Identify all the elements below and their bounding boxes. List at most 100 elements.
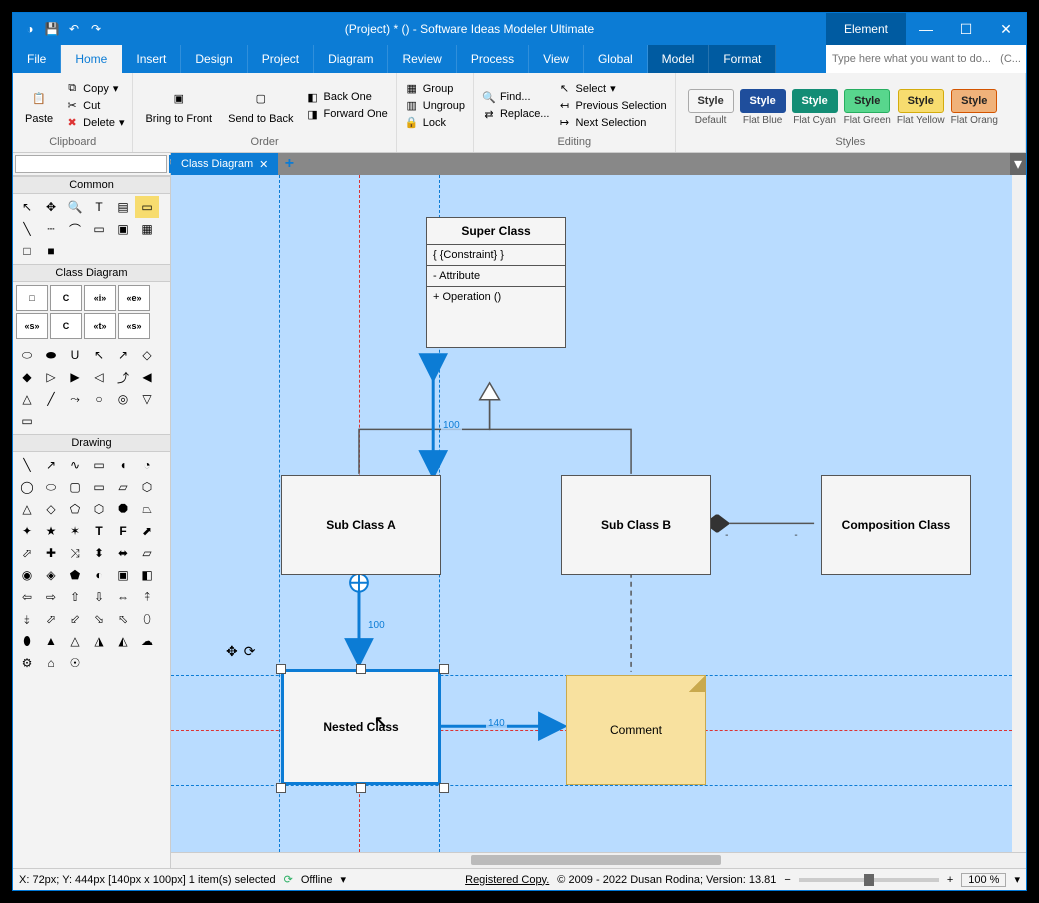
draw-a3[interactable]: ✚ bbox=[39, 542, 63, 564]
diagram-canvas[interactable]: - - 100 100 140 S bbox=[171, 175, 1026, 852]
copy-button[interactable]: ⧉Copy ▾ bbox=[63, 81, 126, 97]
tool-box[interactable]: ▭ bbox=[15, 410, 39, 432]
draw-dia[interactable]: ◇ bbox=[39, 498, 63, 520]
handle-s[interactable] bbox=[356, 783, 366, 793]
element-nested-class[interactable]: Nested Class ↖ bbox=[281, 669, 441, 785]
draw-trap[interactable]: ⏢ bbox=[135, 498, 159, 520]
element-sub-class-a[interactable]: Sub Class A bbox=[281, 475, 441, 575]
tool-line[interactable]: ╲ bbox=[15, 218, 39, 240]
tool-ellipse[interactable]: ⬭ bbox=[15, 344, 39, 366]
bring-to-front-button[interactable]: ▣Bring to Front bbox=[139, 85, 218, 127]
menu-global[interactable]: Global bbox=[584, 45, 648, 73]
undo-icon[interactable]: ↶ bbox=[65, 20, 83, 38]
style-swatch-0[interactable]: Style bbox=[688, 89, 734, 113]
draw-c2[interactable]: ⇦ bbox=[15, 586, 39, 608]
horizontal-scrollbar[interactable] bbox=[471, 855, 721, 865]
menu-format[interactable]: Format bbox=[709, 45, 776, 73]
element-sub-class-b[interactable]: Sub Class B bbox=[561, 475, 711, 575]
draw-e5[interactable]: ◮ bbox=[87, 630, 111, 652]
draw-d3[interactable]: ⬀ bbox=[39, 608, 63, 630]
draw-c1[interactable]: ◧ bbox=[135, 564, 159, 586]
element-composition-class[interactable]: Composition Class bbox=[821, 475, 971, 575]
tool-dash-ellipse[interactable]: ⬬ bbox=[39, 344, 63, 366]
draw-f3[interactable]: ⌂ bbox=[39, 652, 63, 674]
panel-header-common[interactable]: Common bbox=[13, 176, 170, 194]
tool-rect1[interactable]: ▭ bbox=[87, 218, 111, 240]
tool-arrow2[interactable]: ↗ bbox=[111, 344, 135, 366]
lock-button[interactable]: 🔒Lock bbox=[403, 115, 467, 131]
tool-arrow1[interactable]: ↖ bbox=[87, 344, 111, 366]
tool-tri5[interactable]: △ bbox=[15, 388, 39, 410]
tool-rect2[interactable]: ▣ bbox=[111, 218, 135, 240]
rotate-handle-icon[interactable]: ⟳ bbox=[244, 643, 256, 660]
draw-b6[interactable]: ▣ bbox=[111, 564, 135, 586]
menu-process[interactable]: Process bbox=[457, 45, 529, 73]
draw-F[interactable]: F bbox=[111, 520, 135, 542]
group-button[interactable]: ▦Group bbox=[403, 81, 467, 97]
cd-tool-3[interactable]: «e» bbox=[118, 285, 150, 311]
menu-project[interactable]: Project bbox=[248, 45, 314, 73]
cd-tool-5[interactable]: C bbox=[50, 313, 82, 339]
tool-sq2[interactable]: ■ bbox=[39, 240, 63, 262]
draw-e3[interactable]: ▲ bbox=[39, 630, 63, 652]
tool-dash-arrow[interactable]: ⤴ bbox=[111, 366, 135, 388]
draw-T[interactable]: T bbox=[87, 520, 111, 542]
paste-button[interactable]: 📋Paste bbox=[19, 85, 59, 127]
menu-insert[interactable]: Insert bbox=[122, 45, 181, 73]
menu-model[interactable]: Model bbox=[648, 45, 710, 73]
tool-down[interactable]: ▽ bbox=[135, 388, 159, 410]
tool-dashline[interactable]: ┄ bbox=[39, 218, 63, 240]
search-input[interactable] bbox=[826, 45, 1026, 73]
replace-button[interactable]: ⇄Replace... bbox=[480, 106, 552, 122]
draw-b1[interactable]: ▱ bbox=[135, 542, 159, 564]
zoom-out-icon[interactable]: − bbox=[784, 874, 790, 886]
draw-b2[interactable]: ◉ bbox=[15, 564, 39, 586]
menu-home[interactable]: Home bbox=[61, 45, 122, 73]
draw-e2[interactable]: ⬮ bbox=[15, 630, 39, 652]
handle-sw[interactable] bbox=[276, 783, 286, 793]
tool-zoom[interactable]: 🔍 bbox=[63, 196, 87, 218]
tool-tri4[interactable]: ◀ bbox=[135, 366, 159, 388]
draw-f1[interactable]: ☁ bbox=[135, 630, 159, 652]
draw-rect[interactable]: ▭ bbox=[87, 454, 111, 476]
cd-tool-0[interactable]: □ bbox=[16, 285, 48, 311]
draw-s4[interactable]: ▭ bbox=[87, 476, 111, 498]
tool-tri1[interactable]: ▷ bbox=[39, 366, 63, 388]
draw-b4[interactable]: ⬟ bbox=[63, 564, 87, 586]
close-icon[interactable]: ✕ bbox=[986, 13, 1026, 45]
handle-ne[interactable] bbox=[439, 664, 449, 674]
draw-f2[interactable]: ⚙ bbox=[15, 652, 39, 674]
tab-close-icon[interactable]: ✕ bbox=[259, 158, 268, 171]
zoom-slider[interactable] bbox=[799, 878, 939, 882]
draw-b5[interactable]: ◐ bbox=[87, 564, 111, 586]
tool-folder[interactable]: ▭ bbox=[135, 196, 159, 218]
tool-dasharrow2[interactable]: ⤳ bbox=[63, 388, 87, 410]
draw-oct[interactable]: ⯃ bbox=[111, 498, 135, 520]
menu-file[interactable]: File bbox=[13, 45, 61, 73]
tool-diamond[interactable]: ◇ bbox=[135, 344, 159, 366]
draw-d5[interactable]: ⬂ bbox=[87, 608, 111, 630]
add-tab-button[interactable]: + bbox=[278, 153, 300, 175]
minimize-icon[interactable]: — bbox=[906, 13, 946, 45]
find-button[interactable]: 🔍Find... bbox=[480, 89, 552, 105]
draw-arrow[interactable]: ↗ bbox=[39, 454, 63, 476]
toolbox-search-input[interactable] bbox=[15, 155, 167, 173]
handle-nw[interactable] bbox=[276, 664, 286, 674]
draw-c3[interactable]: ⇨ bbox=[39, 586, 63, 608]
cd-tool-6[interactable]: «t» bbox=[84, 313, 116, 339]
vertical-scrollbar[interactable] bbox=[1015, 425, 1025, 545]
ungroup-button[interactable]: ▥Ungroup bbox=[403, 98, 467, 114]
menu-view[interactable]: View bbox=[529, 45, 584, 73]
draw-c5[interactable]: ⇩ bbox=[87, 586, 111, 608]
element-comment[interactable]: Comment bbox=[566, 675, 706, 785]
tool-circle2[interactable]: ◎ bbox=[111, 388, 135, 410]
draw-e1[interactable]: ⬯ bbox=[135, 608, 159, 630]
menu-diagram[interactable]: Diagram bbox=[314, 45, 388, 73]
draw-a5[interactable]: ⬍ bbox=[87, 542, 111, 564]
draw-c4[interactable]: ⇧ bbox=[63, 586, 87, 608]
draw-star4[interactable]: ✦ bbox=[15, 520, 39, 542]
style-swatch-5[interactable]: Style bbox=[951, 89, 997, 113]
tool-line2[interactable]: ╱ bbox=[39, 388, 63, 410]
tabs-menu-icon[interactable]: ▾ bbox=[1010, 153, 1026, 175]
draw-d1[interactable]: ⤉ bbox=[135, 586, 159, 608]
